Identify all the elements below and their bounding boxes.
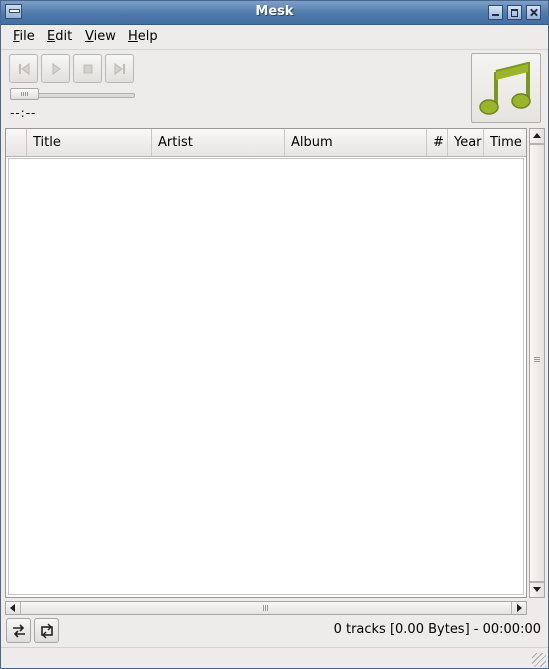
scroll-left-button[interactable]	[6, 602, 21, 614]
column-header-track-number[interactable]: #	[427, 129, 448, 156]
column-header-title[interactable]: Title	[27, 129, 152, 156]
maximize-button[interactable]	[507, 5, 522, 20]
stop-icon	[83, 64, 93, 74]
repeat-icon	[41, 623, 53, 639]
arrow-up-icon	[533, 133, 541, 138]
app-window: Mesk File Edit View Help --:-- Title Art…	[0, 0, 549, 669]
arrow-down-icon	[533, 587, 541, 592]
previous-icon	[19, 63, 30, 75]
arrow-left-icon	[10, 604, 15, 612]
menu-edit[interactable]: Edit	[47, 29, 72, 44]
track-list-body[interactable]	[8, 158, 524, 595]
next-icon	[114, 63, 125, 75]
music-note-icon	[479, 62, 531, 115]
time-display: --:--	[10, 106, 37, 120]
arrow-right-icon	[517, 604, 522, 612]
resize-grip-icon[interactable]	[532, 653, 546, 667]
stop-button[interactable]	[73, 54, 102, 83]
horizontal-scroll-thumb[interactable]	[21, 602, 511, 614]
scroll-up-button[interactable]	[530, 129, 544, 144]
column-header-time[interactable]: Time	[484, 129, 526, 156]
scroll-down-button[interactable]	[530, 582, 544, 597]
status-bar	[1, 647, 548, 668]
previous-button[interactable]	[9, 54, 38, 83]
column-header-status[interactable]	[6, 129, 27, 156]
vertical-scrollbar[interactable]	[529, 128, 545, 598]
album-cover	[471, 53, 541, 123]
next-button[interactable]	[105, 54, 134, 83]
menu-help[interactable]: Help	[128, 29, 158, 44]
library-status: 0 tracks [0.00 Bytes] - 00:00:00	[333, 622, 541, 637]
menu-bar: File Edit View Help	[1, 25, 548, 50]
seek-slider-handle[interactable]	[10, 88, 39, 100]
repeat-button[interactable]	[34, 618, 59, 643]
play-button[interactable]	[41, 54, 70, 83]
shuffle-icon	[13, 624, 25, 638]
menu-view[interactable]: View	[85, 29, 116, 44]
vertical-scroll-thumb[interactable]	[530, 144, 544, 582]
minimize-button[interactable]	[488, 5, 503, 20]
column-header-artist[interactable]: Artist	[152, 129, 285, 156]
column-header-year[interactable]: Year	[448, 129, 484, 156]
menu-file[interactable]: File	[13, 29, 35, 44]
close-button[interactable]	[526, 5, 541, 20]
horizontal-scrollbar[interactable]	[5, 601, 527, 615]
scroll-right-button[interactable]	[511, 602, 526, 614]
play-icon	[52, 63, 61, 75]
window-title: Mesk	[255, 4, 294, 19]
column-header-album[interactable]: Album	[285, 129, 427, 156]
track-list-header: Title Artist Album # Year Time	[6, 129, 526, 157]
shuffle-button[interactable]	[6, 618, 31, 643]
title-bar: Mesk	[1, 1, 548, 25]
track-list: Title Artist Album # Year Time	[5, 128, 527, 598]
